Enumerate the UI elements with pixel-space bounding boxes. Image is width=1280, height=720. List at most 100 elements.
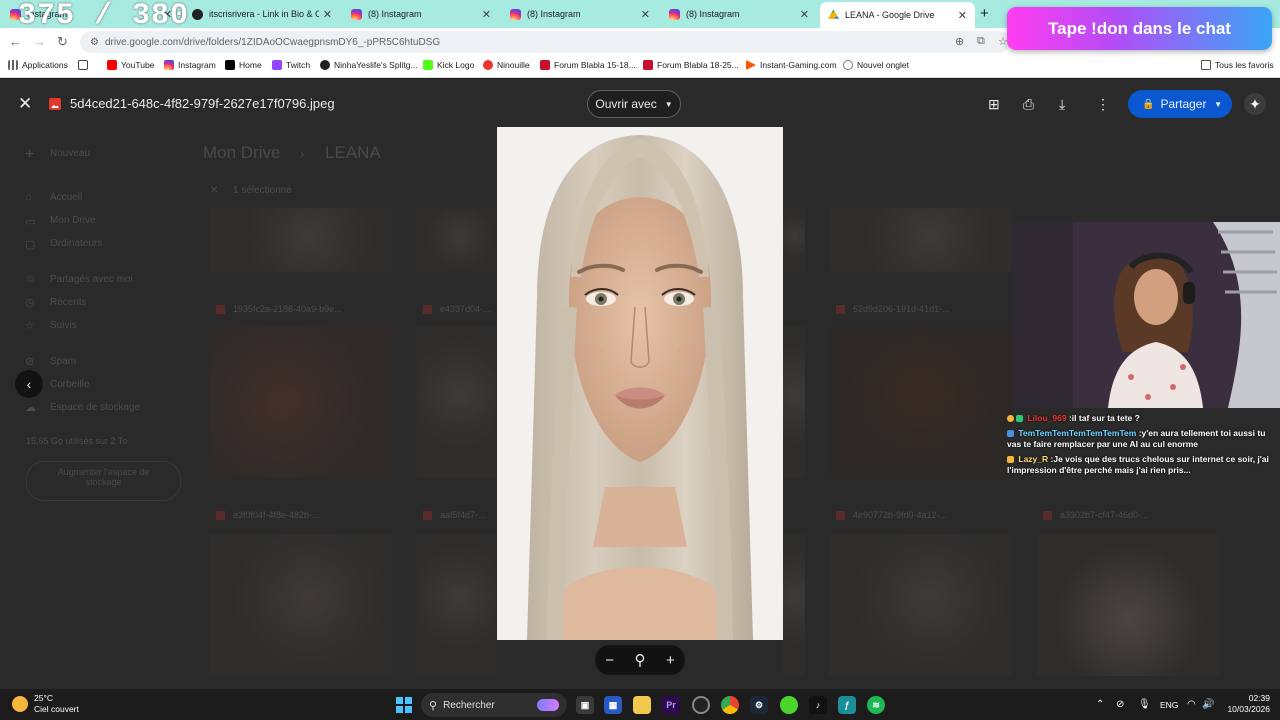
file-thumbnail[interactable] <box>829 534 1012 676</box>
file-thumbnail[interactable] <box>209 534 392 676</box>
zoom-in-icon[interactable]: + <box>666 652 675 669</box>
app-green-icon[interactable] <box>780 696 798 714</box>
back-arrow-icon[interactable]: ← <box>9 34 22 49</box>
bookmark-home[interactable]: Home <box>225 60 262 70</box>
zoom-magnifier-icon[interactable]: ⚲ <box>634 651 645 669</box>
zoom-out-icon[interactable]: − <box>605 652 614 669</box>
file-thumbnail[interactable] <box>829 326 1012 478</box>
sidebar-item-my-drive[interactable]: Mon Drive <box>50 215 96 226</box>
close-icon[interactable]: ✕ <box>800 8 809 21</box>
bookmark-label: Nouvel onglet <box>857 60 909 70</box>
bookmark-instant-gaming[interactable]: Instant-Gaming.com <box>746 60 837 70</box>
all-bookmarks[interactable]: Tous les favoris <box>1201 60 1274 70</box>
close-icon[interactable]: ✕ <box>641 8 650 21</box>
network-off-icon[interactable]: ⊘ <box>1116 699 1124 710</box>
file-thumbnail[interactable] <box>829 208 1012 272</box>
install-app-icon[interactable]: ⧉ <box>977 35 985 48</box>
print-icon[interactable]: ⎙ <box>1023 96 1034 113</box>
steam-icon[interactable]: ⚙ <box>750 696 768 714</box>
bookmark-label: Home <box>239 60 262 70</box>
spotify-icon[interactable]: ≋ <box>867 696 885 714</box>
previous-file-button[interactable]: ‹ <box>15 370 43 398</box>
open-with-button[interactable]: Ouvrir avec ▼ <box>587 90 681 118</box>
file-thumbnail[interactable] <box>209 208 392 272</box>
windows-start-icon[interactable] <box>396 697 412 713</box>
file-explorer-icon[interactable] <box>633 696 651 714</box>
download-icon[interactable]: ⤓ <box>1059 96 1065 113</box>
file-thumbnail[interactable] <box>416 208 496 272</box>
sidebar-item-spam[interactable]: Spam <box>50 356 76 367</box>
url-input[interactable]: ⚙ drive.google.com/drive/folders/1ZIDAoO… <box>80 31 1010 53</box>
file-thumbnail[interactable] <box>416 326 496 478</box>
tiktok-icon[interactable]: ♪ <box>809 696 827 714</box>
new-button[interactable]: Nouveau <box>50 148 90 159</box>
file-name-text: e3f0f04f-4f8e-482b-... <box>233 510 320 520</box>
upgrade-storage-button[interactable]: Augmenter l'espace de stockage <box>26 461 181 501</box>
weather-widget[interactable]: 25°C Ciel couvert <box>12 693 79 715</box>
file-thumbnail[interactable] <box>783 534 805 676</box>
add-comment-icon[interactable]: ⊞ <box>988 96 1000 113</box>
file-thumbnail[interactable] <box>1037 534 1220 676</box>
language-indicator[interactable]: ENG <box>1160 700 1178 710</box>
bookmark-kick[interactable]: Kick Logo <box>423 60 474 70</box>
zoom-icon[interactable]: ⊕ <box>955 35 964 48</box>
github-icon[interactable] <box>692 696 710 714</box>
bookmark-forum-15-18[interactable]: Forum Blabla 15-18... <box>540 60 636 70</box>
tab-google-drive[interactable]: LEANA - Google Drive ✕ <box>820 2 975 28</box>
bookmark-instagram[interactable]: Instagram <box>164 60 216 70</box>
bookmark-splitgate[interactable]: NinhaYeslife's Splitg... <box>320 60 418 70</box>
tab-instagram-2[interactable]: (8) Instagram ✕ <box>343 3 499 25</box>
close-icon[interactable]: ✕ <box>323 8 332 21</box>
tab-instagram-4[interactable]: (8) Instagram ✕ <box>661 3 817 25</box>
sidebar-item-computers[interactable]: Ordinateurs <box>50 238 102 249</box>
bookmark-new-tab[interactable]: Nouvel onglet <box>843 60 909 70</box>
system-clock[interactable]: 02:39 10/03/2026 <box>1220 693 1270 715</box>
file-name: 52d9d206-191d-41d1-... <box>836 304 950 315</box>
wifi-icon[interactable]: ◠ <box>1187 699 1196 710</box>
taskbar-search[interactable]: ⚲ Rechercher <box>421 693 567 717</box>
breadcrumb-folder[interactable]: LEANA <box>325 143 381 163</box>
share-button[interactable]: 🔒 Partager ▼ <box>1128 90 1232 118</box>
bookmark-grid[interactable] <box>78 60 92 70</box>
site-info-icon[interactable]: ⚙ <box>90 37 99 48</box>
microphone-icon[interactable]: 🎙 <box>1138 699 1151 710</box>
gemini-icon[interactable]: ✦ <box>1244 93 1266 115</box>
tab-linktree[interactable]: itscrisrivera - Link in Bio & Crea ✕ <box>184 3 340 25</box>
sidebar-item-starred[interactable]: Suivis <box>50 320 77 331</box>
clear-selection-icon[interactable]: ✕ <box>210 185 218 196</box>
file-thumbnail[interactable] <box>783 326 805 478</box>
bookmark-applications[interactable]: Applications <box>8 60 68 70</box>
sidebar-item-storage[interactable]: Espace de stockage <box>50 402 140 413</box>
reload-icon[interactable]: ↻ <box>57 34 68 50</box>
bookmark-forum-18-25[interactable]: Forum Blabla 18-25... <box>643 60 739 70</box>
new-tab-button[interactable]: + <box>980 5 989 22</box>
bookmark-youtube[interactable]: YouTube <box>107 60 154 70</box>
sidebar-item-home[interactable]: Accueil <box>50 192 82 203</box>
breadcrumb-root[interactable]: Mon Drive <box>203 143 280 163</box>
google-drive-icon <box>828 9 839 19</box>
tab-instagram-3[interactable]: (8) Instagram ✕ <box>502 3 658 25</box>
close-viewer-icon[interactable]: ✕ <box>18 94 32 114</box>
sidebar-item-shared[interactable]: Partagés avec moi <box>50 274 133 285</box>
widgets-icon[interactable]: ▦ <box>604 696 622 714</box>
apps-grid-icon <box>8 60 18 70</box>
close-icon[interactable]: ✕ <box>958 9 967 22</box>
app-teal-icon[interactable]: ƒ <box>838 696 856 714</box>
sidebar-item-recent[interactable]: Récents <box>50 297 87 308</box>
file-name-text: 4e90772b-9fd0-4a12-... <box>853 510 948 520</box>
close-icon[interactable]: ✕ <box>482 8 491 21</box>
file-thumbnail[interactable] <box>209 326 392 478</box>
volume-icon[interactable]: 🔊 <box>1202 699 1214 710</box>
premiere-pro-icon[interactable]: Pr <box>662 696 680 714</box>
sidebar-item-trash[interactable]: Corbeille <box>50 379 89 390</box>
more-options-icon[interactable]: ⋮ <box>1096 96 1110 113</box>
bookmark-twitch[interactable]: Twitch <box>272 60 310 70</box>
tray-chevron-icon[interactable]: ⌃ <box>1096 699 1104 710</box>
chrome-icon[interactable] <box>721 696 739 714</box>
caret-down-icon[interactable]: ▼ <box>1214 100 1222 109</box>
bookmark-ninouille[interactable]: Ninouille <box>483 60 530 70</box>
task-view-icon[interactable]: ▣ <box>576 696 594 714</box>
forward-arrow-icon[interactable]: → <box>33 34 46 49</box>
file-thumbnail[interactable] <box>416 534 496 676</box>
file-thumbnail[interactable] <box>783 208 805 272</box>
